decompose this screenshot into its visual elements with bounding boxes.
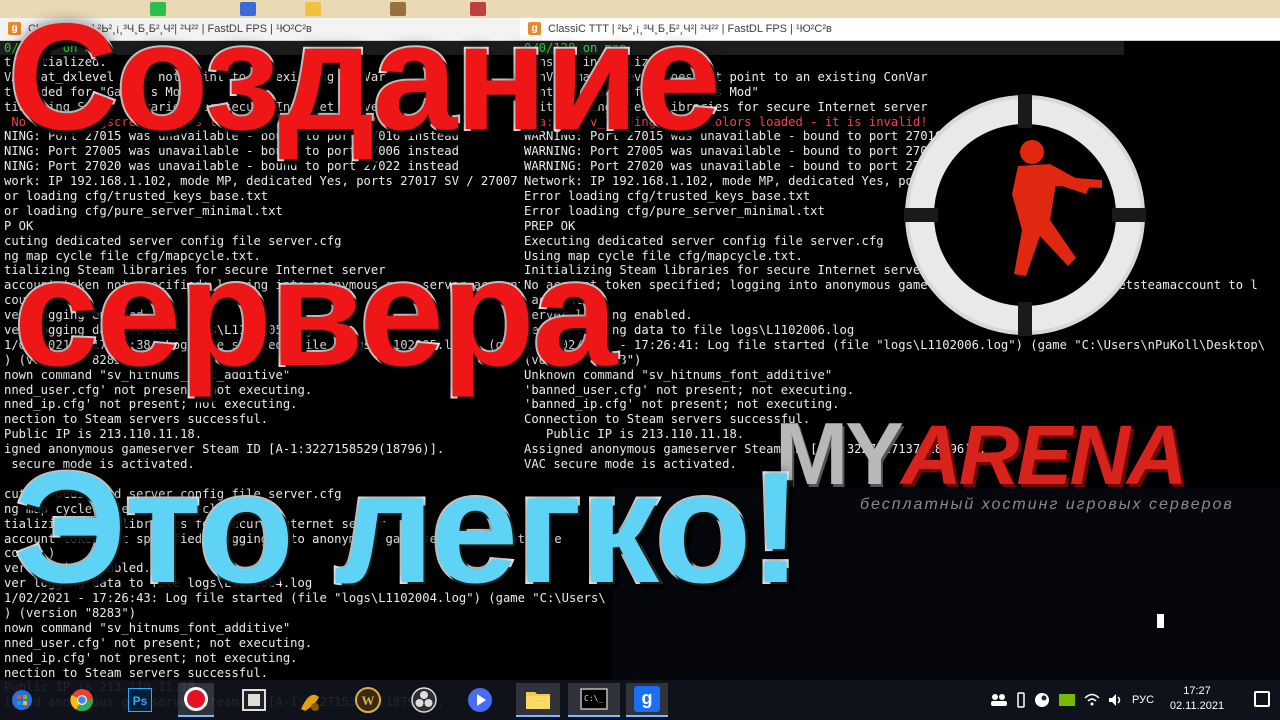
clock-time: 17:27 — [1183, 685, 1211, 697]
counter-strike-logo — [904, 94, 1146, 336]
volume-icon[interactable] — [1108, 693, 1124, 707]
console-line: nection to Steam servers successful. — [4, 665, 269, 680]
taskbar: Ps W C:\_ g РУС 17:27 02.11.2021 — [0, 680, 1280, 720]
headline-line1: Создание — [6, 0, 723, 164]
console-line: Unknown command "sv_hitnums_font_additiv… — [524, 367, 833, 382]
winamp-icon[interactable] — [292, 683, 328, 717]
wifi-icon[interactable] — [1084, 693, 1100, 707]
nvidia-icon[interactable] — [1058, 693, 1076, 707]
brand-arena: ARENA — [901, 408, 1188, 502]
photoshop-icon[interactable]: Ps — [122, 683, 158, 717]
system-tray: РУС — [990, 680, 1154, 720]
gmod-taskbar-icon[interactable]: g — [626, 683, 668, 717]
svg-text:C:\_: C:\_ — [584, 694, 603, 703]
notification-icon[interactable] — [1254, 691, 1270, 707]
clock-date: 02.11.2021 — [1169, 700, 1225, 712]
console-line: 'banned_user.cfg' not present; not execu… — [524, 382, 855, 397]
console-line: nned_ip.cfg' not present; not executing. — [4, 650, 298, 665]
obs-icon[interactable] — [406, 683, 442, 717]
svg-text:W: W — [362, 693, 375, 708]
video-editor-icon[interactable] — [236, 683, 272, 717]
console-line: nown command "sv_hitnums_font_additive" — [4, 620, 291, 635]
console-line: (version "8283") — [524, 352, 642, 367]
record-icon[interactable] — [178, 683, 214, 717]
wow-icon[interactable]: W — [350, 683, 386, 717]
people-icon[interactable] — [990, 693, 1008, 707]
chrome-icon[interactable] — [64, 683, 100, 717]
cmd-icon[interactable]: C:\_ — [568, 683, 620, 717]
headline-line3: Это легко! — [12, 438, 804, 618]
media-player-icon[interactable] — [462, 683, 498, 717]
brand-subtitle: бесплатный хостинг игровых серверов — [860, 496, 1234, 513]
headline-line2: сервера — [12, 226, 619, 400]
steam-icon[interactable] — [1034, 692, 1050, 708]
myarena-logo: MYARENA — [775, 408, 1188, 502]
file-explorer-icon[interactable] — [516, 683, 560, 717]
console-line: nned_user.cfg' not present; not executin… — [4, 635, 313, 650]
text-cursor — [1157, 614, 1164, 628]
console-line: L 11/02/2021 - 17:26:41: Log file starte… — [524, 337, 1266, 352]
taskbar-clock[interactable]: 17:27 02.11.2021 — [1166, 684, 1228, 714]
usb-icon[interactable] — [1016, 692, 1026, 708]
start-button[interactable] — [4, 683, 40, 717]
language-indicator[interactable]: РУС — [1132, 694, 1154, 706]
